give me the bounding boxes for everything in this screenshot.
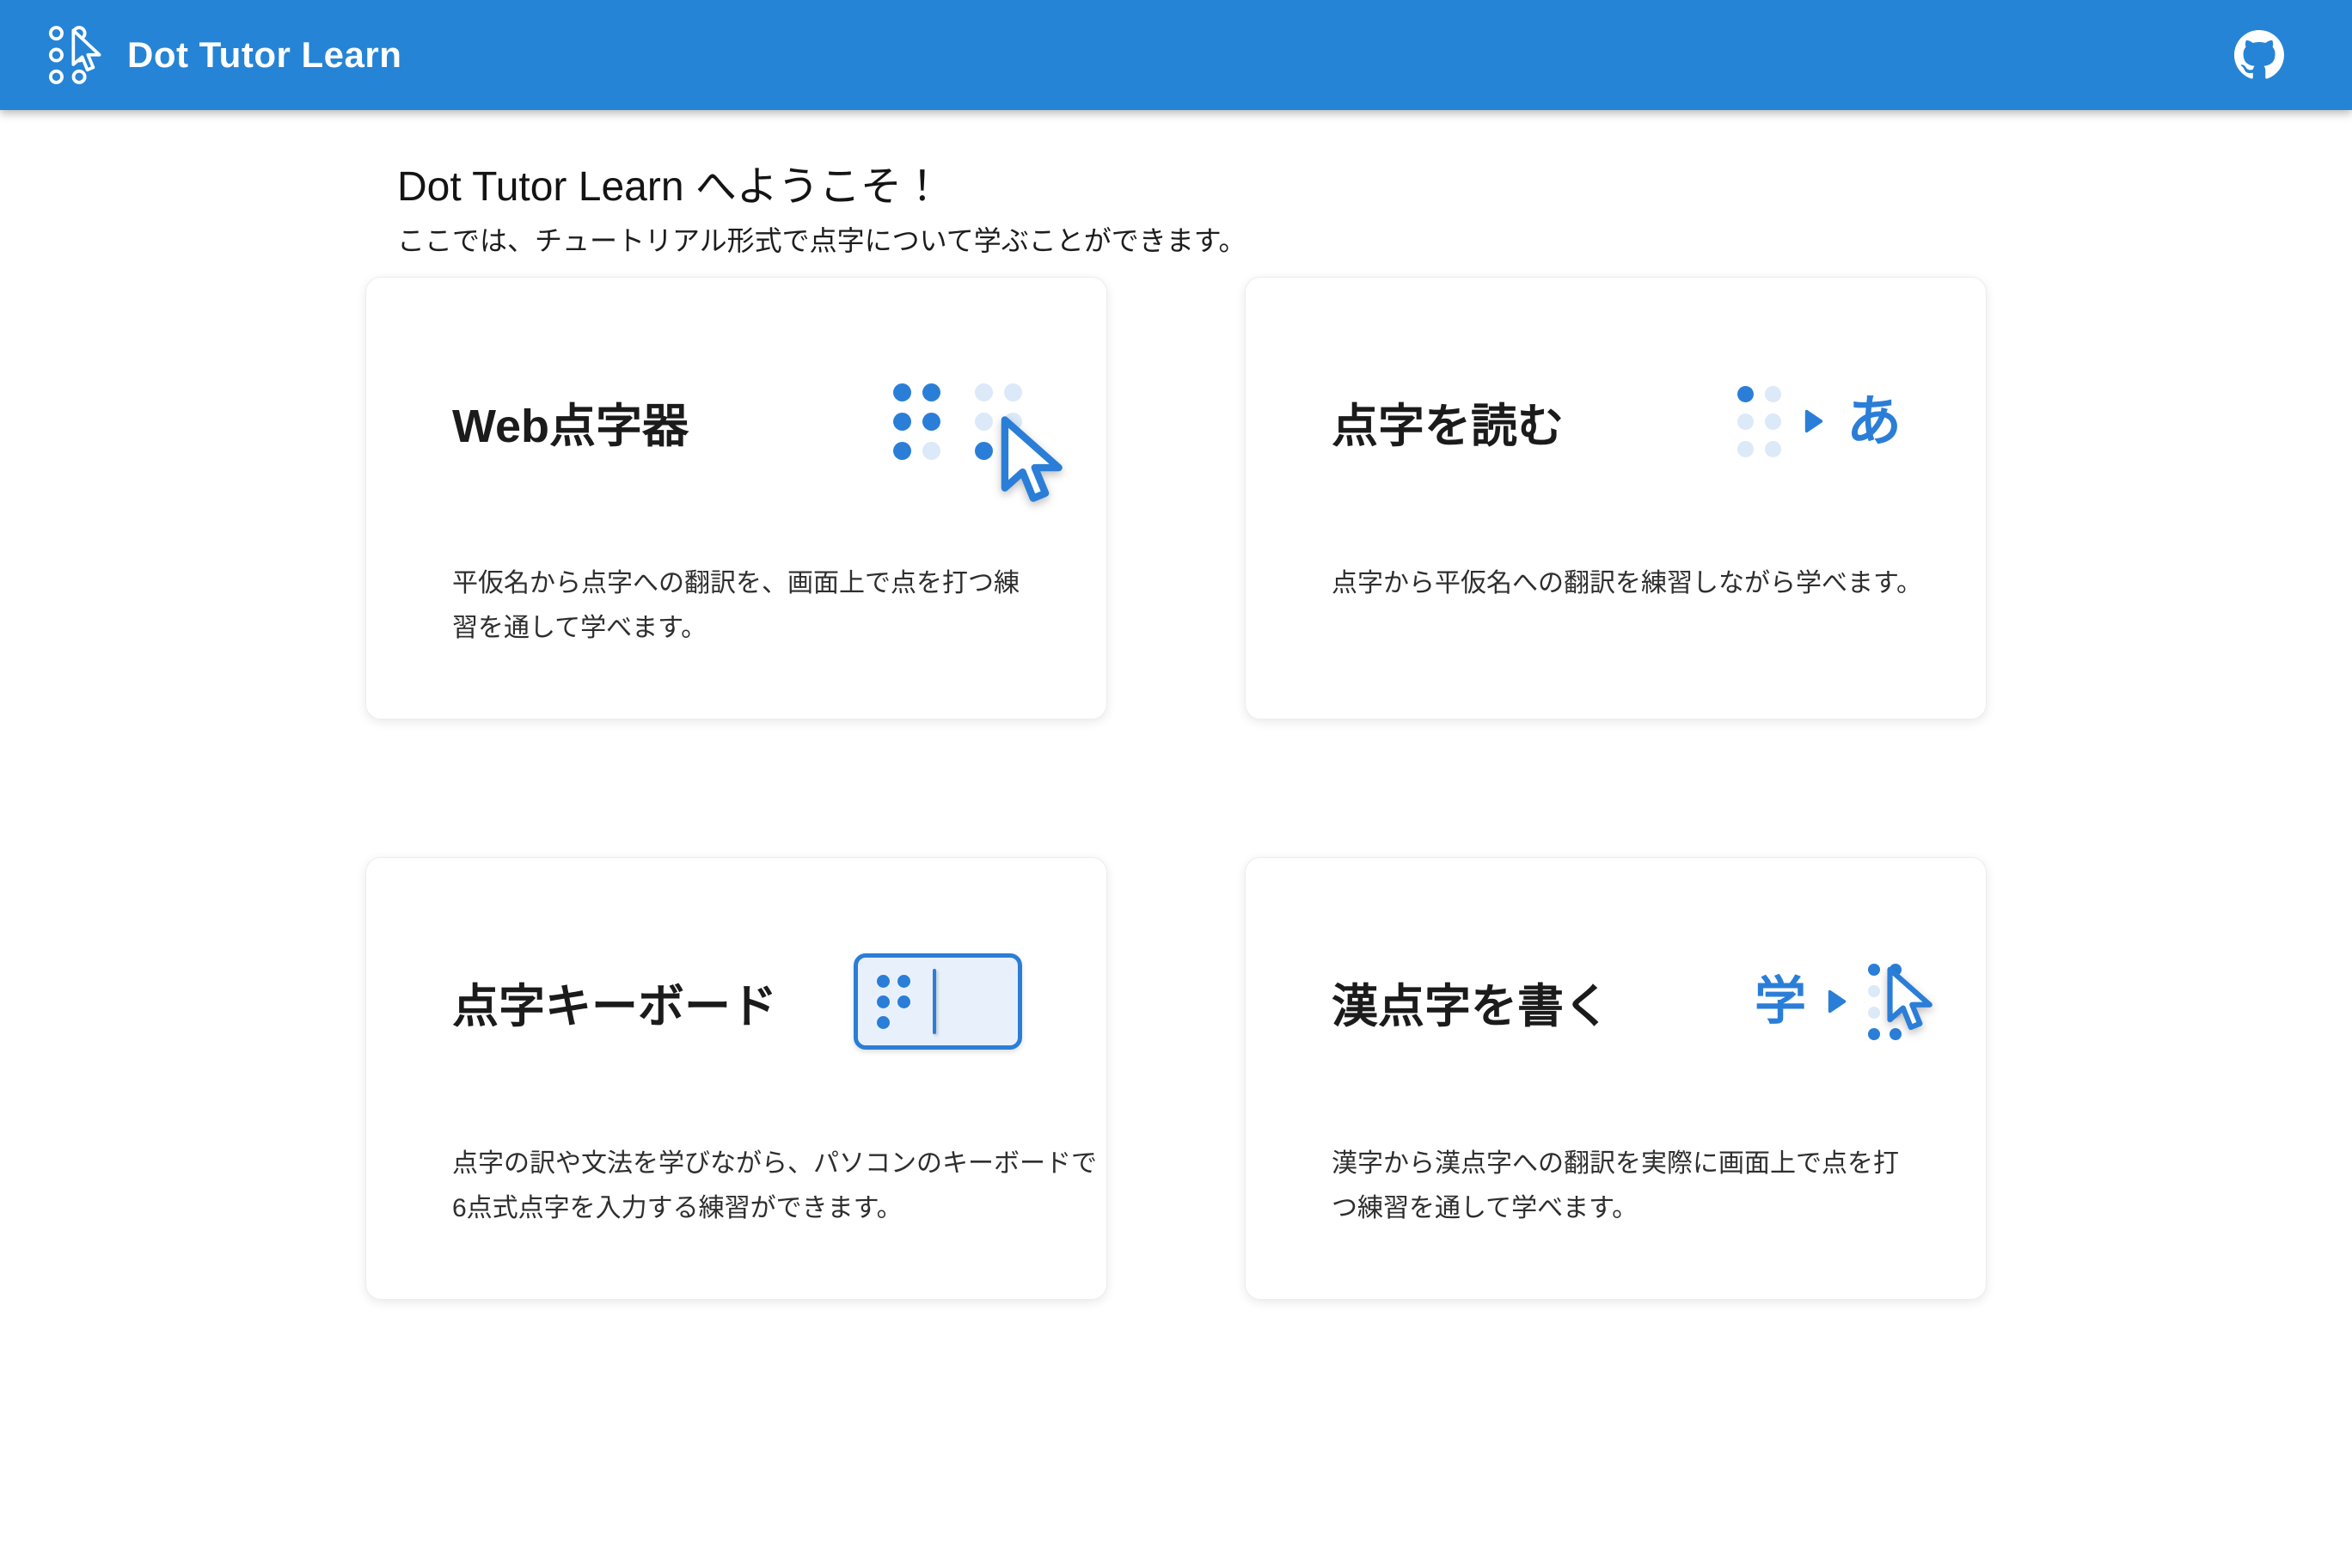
braille-cursor-logo-icon [46,22,103,88]
card-description: 点字の訳や文法を学びながら、パソコンのキーボードで 6点式点字を入力する練習がで… [452,1142,1022,1231]
braille-dot [877,975,890,988]
braille-dot [1868,1028,1880,1040]
card-read-braille[interactable]: 点字を読む あ 点字から平仮名への翻訳を練習しながら学べます。 [1245,277,1987,720]
app-logo-group: Dot Tutor Learn [46,22,401,88]
card-web-tenjiki[interactable]: Web点字器 平仮名から点字への翻訳を、画面上で点を打つ練 習を通して学べます。 [365,277,1107,720]
app-title: Dot Tutor Learn [127,34,401,76]
text-caret-icon [933,969,936,1034]
braille-dot [893,442,911,460]
github-icon [2234,30,2284,80]
braille-dot [893,383,911,401]
braille-dot [1004,383,1022,401]
card-kanji-braille[interactable]: 漢点字を書く 学 漢字から漢点字への翻訳を実際に画面上で点を打 つ練習を通して学… [1245,857,1987,1300]
braille-dot [897,995,910,1008]
braille-dot [975,413,993,431]
arrow-right-icon [1827,989,1847,1014]
braille-cell-8dot-with-cursor [1868,964,1902,1040]
kanji-to-braille-cursor-icon: 学 [1755,964,1902,1040]
card-title: 漢点字を書く [1332,968,1610,1036]
braille-dot [1765,441,1781,457]
tutorial-card-grid: Web点字器 平仮名から点字への翻訳を、画面上で点を打つ練 習を通して学べます。… [365,277,1987,1300]
braille-dot [1868,964,1880,976]
card-braille-keyboard[interactable]: 点字キーボード 点字の訳や文法を学びながら、パソコンのキーボードで 6点式点字を… [365,857,1107,1300]
braille-dot [1868,1007,1880,1019]
braille-dot [877,1016,890,1029]
card-title: Web点字器 [452,388,689,456]
braille-to-hiragana-icon: あ [1737,386,1902,457]
braille-dot [1737,386,1754,402]
braille-dot [1765,386,1781,402]
braille-dot [975,442,993,460]
github-button[interactable] [2232,28,2287,83]
braille-keyboard-input-icon [854,953,1022,1050]
card-title: 点字キーボード [452,968,777,1036]
card-title-row: 漢点字を書く 学 [1332,940,1902,1063]
cursor-arrow-icon [994,414,1066,509]
app-header: Dot Tutor Learn [0,0,2352,110]
braille-dot [1737,413,1754,430]
cursor-arrow-icon [1882,965,1935,1035]
kanji-gaku-glyph: 学 [1755,976,1806,1027]
card-title-row: Web点字器 [452,360,1022,482]
braille-dot [893,413,911,431]
braille-dot [1737,441,1754,457]
card-title: 点字を読む [1332,388,1564,456]
card-description: 平仮名から点字への翻訳を、画面上で点を打つ練 習を通して学べます。 [452,561,1022,651]
braille-cells-cursor-icon [893,383,1022,460]
main-content: Dot Tutor Learn へようこそ！ ここでは、チュートリアル形式で点字… [365,160,1987,1300]
card-description: 点字から平仮名への翻訳を練習しながら学べます。 [1332,561,1902,606]
braille-dot [1765,413,1781,430]
card-description: 漢字から漢点字への翻訳を実際に画面上で点を打 つ練習を通して学べます。 [1332,1142,1902,1231]
card-title-row: 点字キーボード [452,940,1022,1063]
braille-cell-with-cursor [975,383,1022,460]
braille-dot [922,413,940,431]
braille-cell-typed [877,975,910,1029]
braille-cell-a [1737,386,1781,457]
welcome-subheading: ここでは、チュートリアル形式で点字について学ぶことができます。 [397,220,1987,261]
braille-dot [1868,985,1880,997]
welcome-section: Dot Tutor Learn へようこそ！ ここでは、チュートリアル形式で点字… [397,160,1987,261]
braille-dot [897,975,910,988]
arrow-right-icon [1804,408,1824,434]
braille-dot [922,442,940,460]
braille-cell-dark [893,383,940,460]
braille-dot [877,995,890,1008]
hiragana-a-glyph: あ [1847,394,1902,449]
welcome-heading: Dot Tutor Learn へようこそ！ [397,160,1987,215]
card-title-row: 点字を読む あ [1332,360,1902,482]
braille-dot [975,383,993,401]
braille-dot [922,383,940,401]
braille-dot [897,1016,910,1029]
